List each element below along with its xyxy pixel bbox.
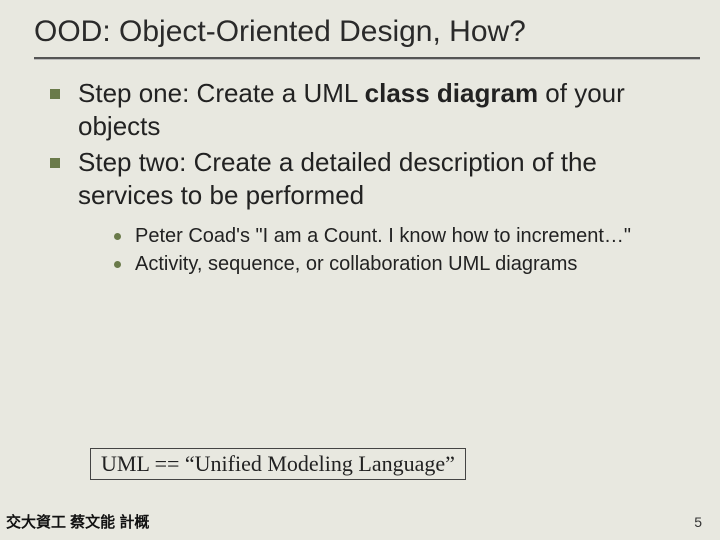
slide: OOD: Object-Oriented Design, How? Step o… (0, 0, 720, 540)
sub-bullet-text: Activity, sequence, or collaboration UML… (135, 251, 577, 277)
footer-left: 交大資工 蔡文能 計概 (6, 511, 149, 532)
bullet-text: Step one: Create a UML class diagram of … (78, 77, 680, 142)
text-bold: class diagram (365, 78, 538, 108)
bullet-level1: Step one: Create a UML class diagram of … (50, 77, 680, 142)
text-segment: Step one: Create a UML (78, 78, 365, 108)
square-bullet-icon (50, 89, 60, 99)
bullet-level1: Step two: Create a detailed description … (50, 146, 680, 211)
sub-bullet-group: Peter Coad's "I am a Count. I know how t… (50, 215, 680, 277)
text-segment: Step two: Create a detailed description … (78, 147, 597, 210)
dot-bullet-icon (114, 261, 121, 268)
page-number: 5 (694, 514, 702, 530)
square-bullet-icon (50, 158, 60, 168)
dot-bullet-icon (114, 233, 121, 240)
sub-bullet-text: Peter Coad's "I am a Count. I know how t… (135, 223, 631, 249)
slide-body: Step one: Create a UML class diagram of … (0, 59, 720, 277)
footnote-box: UML == “Unified Modeling Language” (90, 448, 466, 480)
slide-title: OOD: Object-Oriented Design, How? (0, 0, 720, 53)
bullet-level2: Activity, sequence, or collaboration UML… (114, 251, 680, 277)
bullet-level2: Peter Coad's "I am a Count. I know how t… (114, 223, 680, 249)
bullet-text: Step two: Create a detailed description … (78, 146, 680, 211)
